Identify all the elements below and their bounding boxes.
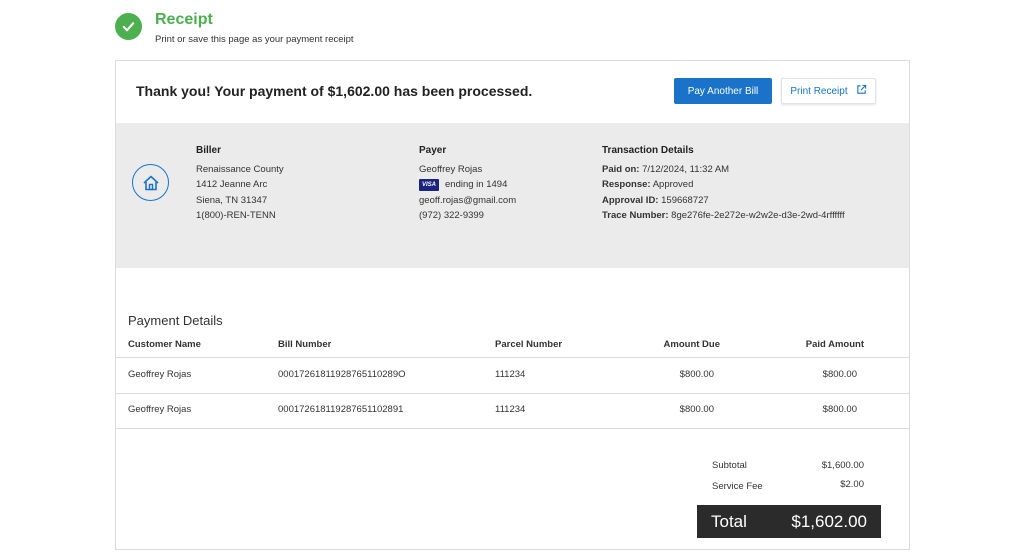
payer-phone: (972) 322-9399 bbox=[419, 210, 484, 221]
biller-address-line1: 1412 Jeanne Arc bbox=[196, 179, 268, 190]
table-divider bbox=[116, 357, 909, 358]
payer-email: geoff.rojas@gmail.com bbox=[419, 194, 517, 206]
paid-on: Paid on: 7/12/2024, 11:32 AM bbox=[602, 162, 845, 178]
trace-number: Trace Number: 8ge276fe-2e272e-w2w2e-d3e-… bbox=[602, 208, 845, 224]
approval-value: 159668727 bbox=[661, 194, 709, 206]
receipt-card: Thank you! Your payment of $1,602.00 has… bbox=[115, 60, 910, 550]
column-header-customer-name: Customer Name bbox=[128, 339, 201, 350]
confirmation-message: Thank you! Your payment of $1,602.00 has… bbox=[136, 83, 533, 99]
approval-id: Approval ID: 159668727 bbox=[602, 193, 845, 209]
service-fee-value: $2.00 bbox=[840, 479, 864, 490]
cell-parcel-number: 111234 bbox=[495, 369, 526, 380]
total-label: Total bbox=[711, 511, 747, 531]
cell-amount-due: $800.00 bbox=[679, 404, 714, 415]
external-link-icon bbox=[856, 84, 867, 98]
confirmation-bar: Thank you! Your payment of $1,602.00 has… bbox=[116, 61, 909, 123]
biller-title: Biller bbox=[196, 145, 222, 156]
service-fee-label: Service Fee bbox=[712, 481, 763, 492]
visa-icon: VISA bbox=[419, 178, 440, 191]
cell-paid-amount: $800.00 bbox=[822, 369, 857, 380]
payer-card: VISA ending in 1494 bbox=[419, 177, 516, 193]
cell-paid-amount: $800.00 bbox=[822, 404, 857, 415]
total-value: $1,602.00 bbox=[791, 511, 867, 531]
cell-customer-name: Geoffrey Rojas bbox=[128, 369, 192, 380]
check-icon bbox=[115, 13, 142, 40]
transaction-title: Transaction Details bbox=[602, 145, 694, 156]
card-ending: ending in 1494 bbox=[445, 179, 508, 190]
biller-address-line2: Siena, TN 31347 bbox=[196, 194, 268, 206]
print-receipt-button[interactable]: Print Receipt bbox=[781, 78, 876, 104]
cell-amount-due: $800.00 bbox=[679, 369, 714, 380]
response: Response: Approved bbox=[602, 177, 845, 193]
biller-name: Renaissance County bbox=[196, 163, 284, 175]
total-box: Total $1,602.00 bbox=[697, 505, 881, 538]
column-header-paid-amount: Paid Amount bbox=[805, 339, 864, 350]
receipt-header: Receipt Print or save this page as your … bbox=[115, 10, 354, 45]
payer-name: Geoffrey Rojas bbox=[419, 163, 483, 175]
cell-bill-number: 000172618119287651102891 bbox=[278, 404, 404, 415]
pay-another-bill-button[interactable]: Pay Another Bill bbox=[674, 78, 772, 104]
paid-on-value: 7/12/2024, 11:32 AM bbox=[642, 163, 730, 175]
trace-label: Trace Number: bbox=[602, 210, 669, 221]
table-divider bbox=[116, 393, 909, 394]
payer-title: Payer bbox=[419, 145, 447, 156]
transaction-details: Transaction Details Paid on: 7/12/2024, … bbox=[602, 143, 845, 224]
approval-label: Approval ID: bbox=[602, 194, 659, 206]
info-section: Biller Renaissance County 1412 Jeanne Ar… bbox=[116, 123, 909, 268]
cell-bill-number: 00017261811928765110289O bbox=[278, 369, 406, 380]
payment-details-title: Payment Details bbox=[128, 313, 223, 328]
table-divider bbox=[116, 428, 909, 429]
payer-info: Payer Geoffrey Rojas VISA ending in 1494… bbox=[419, 143, 516, 224]
subtotal-value: $1,600.00 bbox=[821, 460, 864, 471]
print-receipt-label: Print Receipt bbox=[790, 85, 848, 97]
biller-phone: 1(800)-REN-TENN bbox=[196, 210, 276, 221]
paid-on-label: Paid on: bbox=[602, 163, 640, 175]
house-icon bbox=[132, 164, 169, 201]
page-subtitle: Print or save this page as your payment … bbox=[155, 34, 354, 45]
trace-value: 8ge276fe-2e272e-w2w2e-d3e-2wd-4rffffff bbox=[671, 210, 845, 221]
column-header-amount-due: Amount Due bbox=[663, 339, 720, 350]
biller-info: Biller Renaissance County 1412 Jeanne Ar… bbox=[196, 143, 284, 224]
response-value: Approved bbox=[652, 179, 694, 190]
column-header-bill-number: Bill Number bbox=[278, 339, 332, 350]
subtotal-label: Subtotal bbox=[712, 460, 747, 471]
response-label: Response: bbox=[602, 179, 651, 190]
page-title: Receipt bbox=[155, 11, 213, 28]
column-header-parcel-number: Parcel Number bbox=[495, 339, 563, 350]
cell-parcel-number: 111234 bbox=[495, 404, 526, 415]
cell-customer-name: Geoffrey Rojas bbox=[128, 404, 192, 415]
